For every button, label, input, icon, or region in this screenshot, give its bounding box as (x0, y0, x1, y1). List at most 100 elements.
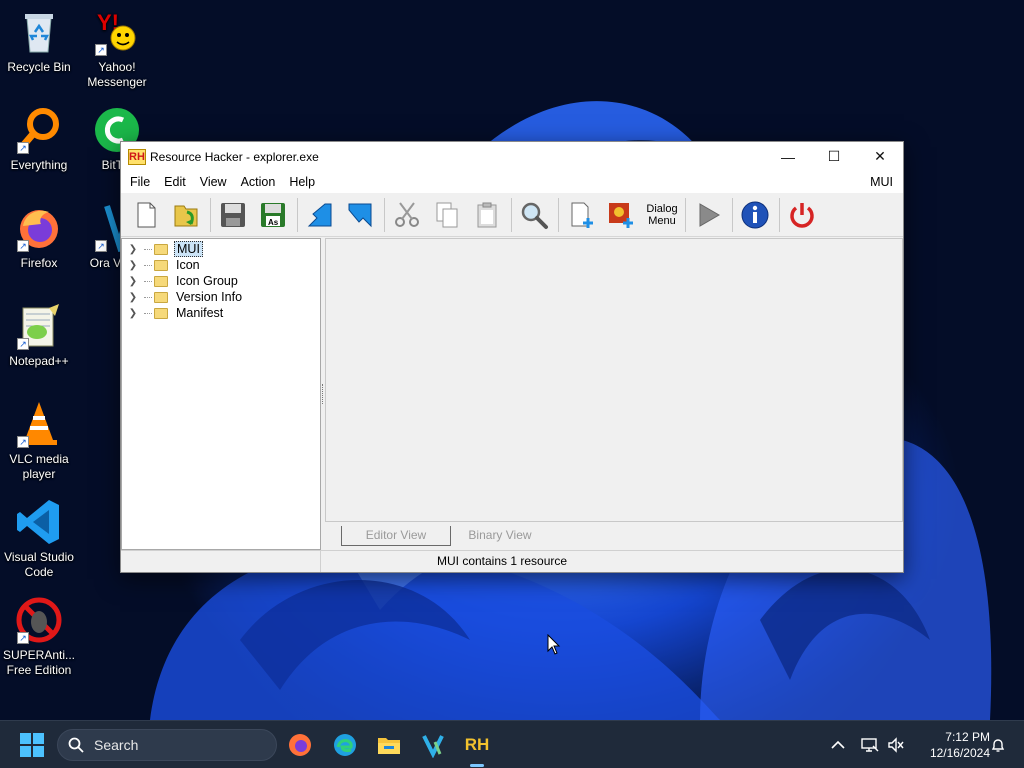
desktop-icon-everything[interactable]: ↗ Everything (0, 106, 78, 173)
tree-item-icon-group[interactable]: ❯ Icon Group (122, 273, 320, 289)
taskbar-clock[interactable]: 7:12 PM 12/16/2024 (914, 729, 990, 761)
selected-resource-indicator: MUI (870, 175, 893, 189)
tree-item-version-info[interactable]: ❯ Version Info (122, 289, 320, 305)
chevron-right-icon[interactable]: ❯ (122, 276, 144, 287)
find-button[interactable] (515, 196, 553, 234)
toolbar-separator (732, 197, 733, 232)
tree-item-mui[interactable]: ❯ MUI (122, 241, 320, 257)
toolbar-separator (511, 197, 512, 232)
show-hidden-icons-button[interactable] (826, 721, 850, 768)
add-image-icon (609, 202, 633, 228)
taskbar-edge[interactable] (329, 729, 361, 761)
tree-item-label[interactable]: Icon Group (174, 274, 240, 288)
desktop-icon-label: VLC media player (9, 452, 69, 481)
folder-icon (154, 243, 168, 255)
cut-button[interactable] (388, 196, 426, 234)
desktop-icon-label: Everything (10, 158, 68, 172)
tree-item-manifest[interactable]: ❯ Manifest (122, 305, 320, 321)
magnifier-icon (521, 202, 548, 229)
desktop-icon-firefox[interactable]: ↗ Firefox (0, 204, 78, 271)
taskbar-search-box[interactable]: Search (57, 729, 277, 761)
chevron-right-icon[interactable]: ❯ (122, 308, 144, 319)
desktop-icon-superantispyware[interactable]: ↗ SUPERAnti... Free Edition (0, 596, 78, 678)
status-message: MUI contains 1 resource (437, 554, 568, 568)
clock-date: 12/16/2024 (929, 746, 990, 760)
folder-icon (154, 259, 168, 271)
dialog-menu-button[interactable]: Dialog Menu (642, 196, 682, 234)
chevron-right-icon[interactable]: ❯ (122, 244, 144, 255)
taskbar-firefox[interactable] (284, 729, 316, 761)
paste-button[interactable] (468, 196, 506, 234)
folder-icon (378, 738, 400, 754)
desktop-icon-vlc[interactable]: ↗ VLC media player (0, 400, 78, 482)
desktop-icon-label: Yahoo! Messenger (87, 60, 147, 89)
add-image-resource-button[interactable] (602, 196, 640, 234)
mouse-cursor-icon (547, 634, 561, 655)
shortcut-arrow-icon: ↗ (17, 436, 29, 448)
menu-action[interactable]: Action (234, 175, 283, 189)
maximize-button[interactable]: ☐ (811, 142, 857, 171)
editor-pane[interactable] (325, 238, 903, 522)
new-file-button[interactable] (127, 196, 165, 234)
taskbar-resource-hacker[interactable]: RH (461, 729, 493, 767)
run-script-button[interactable] (341, 196, 379, 234)
taskbar-virtualbox[interactable] (417, 729, 449, 761)
desktop-icon-vscode[interactable]: Visual Studio Code (0, 498, 78, 580)
blue-arrow-down-right-icon (348, 203, 372, 227)
toolbar-separator (685, 197, 686, 232)
tab-binary-view[interactable]: Binary View (455, 526, 545, 546)
taskbar-file-explorer[interactable] (373, 729, 405, 761)
play-script-button[interactable] (689, 196, 727, 234)
network-tray-button[interactable] (858, 721, 882, 768)
tree-item-label[interactable]: MUI (174, 241, 203, 257)
paste-clipboard-icon (477, 202, 497, 227)
tab-editor-view[interactable]: Editor View (341, 526, 451, 546)
chevron-right-icon[interactable]: ❯ (122, 260, 144, 271)
desktop-icon-recycle-bin[interactable]: Recycle Bin (0, 8, 78, 75)
tree-item-label[interactable]: Version Info (174, 290, 244, 304)
dialog-menu-label-line2: Menu (648, 214, 676, 227)
search-placeholder: Search (94, 737, 139, 753)
clock-time: 7:12 PM (945, 730, 990, 744)
tree-item-label[interactable]: Manifest (174, 306, 225, 320)
notepad-plus-plus-icon: ↗ (15, 302, 63, 350)
shortcut-arrow-icon: ↗ (17, 240, 29, 252)
exit-button[interactable] (783, 196, 821, 234)
chevron-up-icon (831, 740, 845, 749)
close-button[interactable]: ✕ (857, 142, 903, 171)
title-bar[interactable]: RH Resource Hacker - explorer.exe — ☐ ✕ (121, 142, 903, 171)
bell-icon (991, 739, 1005, 752)
copy-button[interactable] (428, 196, 466, 234)
menu-help[interactable]: Help (282, 175, 322, 189)
virtualbox-icon (422, 735, 444, 758)
open-file-button[interactable] (167, 196, 205, 234)
vlc-cone-icon: ↗ (15, 400, 63, 448)
chevron-right-icon[interactable]: ❯ (122, 292, 144, 303)
minimize-button[interactable]: — (765, 142, 811, 171)
volume-tray-button[interactable] (884, 721, 908, 768)
power-icon (790, 202, 814, 228)
dialog-menu-label-line1: Dialog (646, 202, 678, 215)
tree-item-icon[interactable]: ❯ Icon (122, 257, 320, 273)
svg-text:As: As (268, 218, 279, 227)
desktop-icon-notepad-plus-plus[interactable]: ↗ Notepad++ (0, 302, 78, 369)
tree-item-label[interactable]: Icon (174, 258, 202, 272)
desktop-icon-label: Firefox (20, 256, 58, 270)
desktop-icon-yahoo-messenger[interactable]: Y! ↗ Yahoo! Messenger (78, 8, 156, 90)
add-blank-resource-button[interactable] (562, 196, 600, 234)
desktop-icon-label: Recycle Bin (7, 60, 71, 74)
speaker-muted-icon (888, 737, 904, 753)
menu-file[interactable]: File (123, 175, 157, 189)
main-area: ❯ MUI ❯ Icon ❯ Icon Group ❯ Version Info… (121, 238, 903, 550)
save-button[interactable] (214, 196, 252, 234)
save-as-button[interactable]: As (254, 196, 292, 234)
menu-edit[interactable]: Edit (157, 175, 193, 189)
toolbar-separator (297, 197, 298, 232)
compile-script-button[interactable] (301, 196, 339, 234)
start-button[interactable] (20, 733, 44, 757)
notifications-button[interactable] (986, 721, 1010, 768)
firefox-icon (289, 734, 311, 756)
menu-view[interactable]: View (193, 175, 234, 189)
shortcut-arrow-icon: ↗ (95, 240, 107, 252)
about-button[interactable] (736, 196, 774, 234)
